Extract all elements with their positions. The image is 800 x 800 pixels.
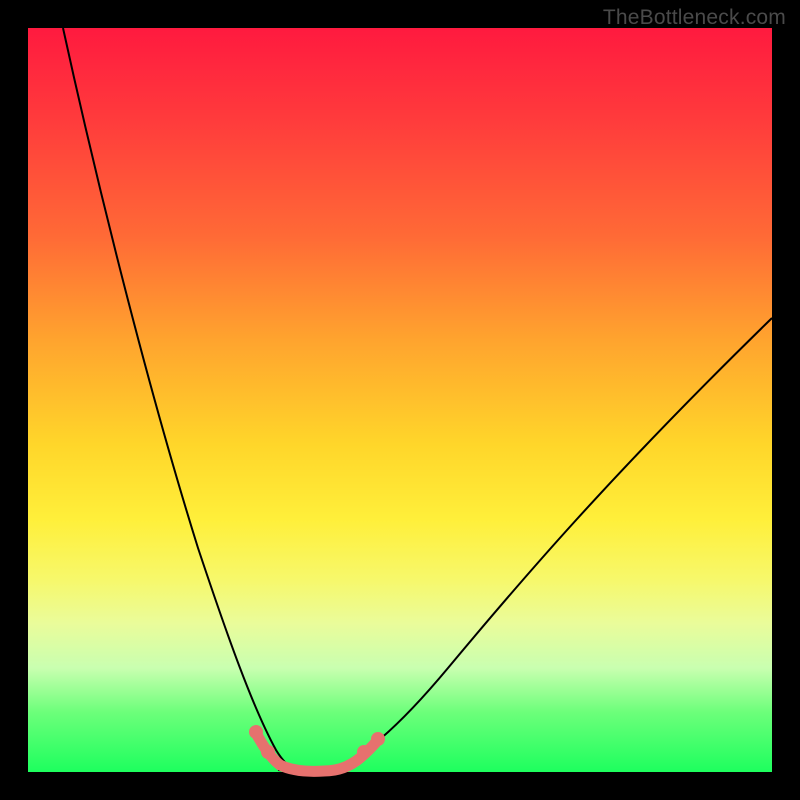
highlight-dot xyxy=(249,725,263,739)
watermark-text: TheBottleneck.com xyxy=(603,6,786,30)
plot-area xyxy=(28,28,772,772)
right-curve xyxy=(328,318,772,770)
chart-frame: TheBottleneck.com xyxy=(0,0,800,800)
highlight-dot xyxy=(371,732,385,746)
highlight-dot xyxy=(261,745,275,759)
highlight-dot xyxy=(357,745,371,759)
left-curve xyxy=(63,28,296,770)
curve-layer xyxy=(28,28,772,772)
